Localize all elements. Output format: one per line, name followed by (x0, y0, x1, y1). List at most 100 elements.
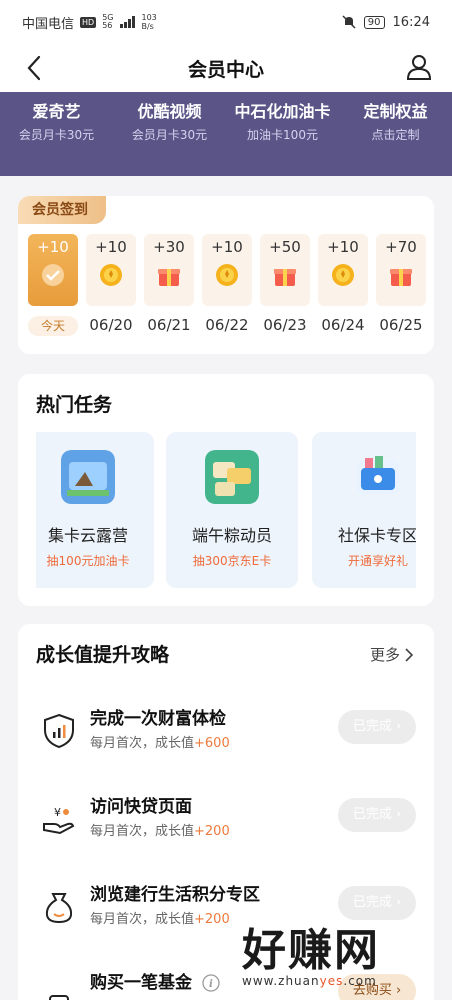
dragon-boat-icon (205, 450, 259, 504)
button-label: 已完成 (352, 895, 392, 910)
benefit-sub: 会员月卡30元 (131, 128, 208, 142)
coin-icon (100, 264, 122, 286)
watermark-url-b: yes (319, 974, 344, 988)
signin-tag: 会员签到 (18, 196, 106, 224)
benefit-name: 优酷视频 (137, 102, 202, 121)
task-name: 社保卡专区 (337, 526, 416, 545)
growth-item: 完成一次财富体检 每月首次，成长值+600 已完成 › (18, 694, 434, 774)
completed-button[interactable]: 已完成 › (338, 710, 416, 744)
battery-indicator: 90 (363, 15, 385, 29)
date-label: 06/20 (89, 316, 133, 334)
growth-points: +200 (194, 912, 230, 927)
user-icon (406, 55, 432, 80)
profile-button[interactable] (402, 50, 436, 84)
task-desc-text: 每月首次，成长值 (90, 912, 195, 927)
clock: 16:24 (392, 14, 430, 30)
hot-tasks-card: 热门任务 集卡云露营 抽100元加油卡 端午粽动员 抽300京东E卡 社保卡专区 (18, 374, 434, 606)
task-name: 集卡云露营 (47, 526, 128, 545)
gift-icon (158, 269, 180, 286)
signin-day[interactable]: +30 (144, 234, 194, 306)
day-points: +30 (153, 238, 185, 256)
svg-text:¥: ¥ (54, 806, 61, 819)
date-label-today: 今天 (28, 316, 78, 336)
date-label: 06/22 (205, 316, 249, 334)
task-desc: 每月首次，成长值+200 (90, 908, 230, 927)
svg-text:i: i (209, 979, 213, 990)
more-label: 更多 (369, 646, 400, 664)
task-desc: 每月首次，成长值+600 (90, 732, 230, 751)
growth-points: +600 (194, 736, 230, 751)
task-carousel[interactable]: 集卡云露营 抽100元加油卡 端午粽动员 抽300京东E卡 社保卡专区 开通享好… (36, 432, 416, 588)
loan-hand-icon: ¥ (43, 806, 75, 835)
coin-icon (216, 264, 238, 286)
benefit-name: 中石化加油卡 (234, 102, 331, 121)
date-label: 06/23 (263, 316, 307, 334)
benefits-banner: 爱奇艺 会员月卡30元 优酷视频 会员月卡30元 中石化加油卡 加油卡100元 … (0, 92, 452, 176)
signin-day[interactable]: +10 (202, 234, 252, 306)
task-title: 浏览建行生活积分专区 (90, 885, 260, 905)
task-card-camping[interactable]: 集卡云露营 抽100元加油卡 (36, 432, 154, 588)
day-points: +10 (211, 238, 243, 256)
section-title: 热门任务 (36, 394, 113, 416)
watermark-url-c: .com (343, 974, 377, 988)
money-bag-icon (45, 893, 73, 924)
growth-item: ¥ 访问快贷页面 每月首次，成长值+200 已完成 › (18, 782, 434, 862)
speed-value: 103 (141, 13, 157, 22)
day-points: +70 (385, 238, 417, 256)
speed-unit: B/s (141, 22, 154, 31)
completed-button[interactable]: 已完成 › (338, 798, 416, 832)
day-points: +10 (327, 238, 359, 256)
task-title-text: 购买一笔基金 (90, 973, 192, 993)
status-bar: 中国电信 HD 5G 56 103 B/s 90 16:24 (0, 0, 452, 44)
task-title: 购买一笔基金 i (90, 968, 220, 993)
info-icon[interactable]: i (202, 974, 220, 992)
signin-day-today[interactable]: +10 (28, 234, 78, 306)
date-label: 06/21 (147, 316, 191, 334)
benefit-name: 定制权益 (363, 102, 428, 121)
page-title: 会员中心 (187, 58, 264, 81)
signin-day[interactable]: +10 (318, 234, 368, 306)
benefit-custom[interactable]: 定制权益 点击定制 (339, 98, 452, 143)
chevron-right-icon (405, 647, 414, 662)
check-icon (42, 264, 64, 286)
task-name: 端午粽动员 (191, 526, 272, 545)
signin-day[interactable]: +50 (260, 234, 310, 306)
task-desc-text: 每月首次，成长值 (90, 736, 195, 751)
camping-card-icon (61, 450, 115, 504)
task-card-social-security[interactable]: 社保卡专区 开通享好礼 (312, 432, 416, 588)
back-button[interactable] (18, 52, 50, 84)
watermark-logo: 好赚网 www.zhuanyes.com (242, 914, 432, 992)
benefit-sub: 会员月卡30元 (18, 128, 95, 142)
network-indicator: 5G 56 (102, 14, 113, 30)
benefit-youku[interactable]: 优酷视频 会员月卡30元 (113, 98, 226, 143)
watermark-url: www.zhuanyes.com (242, 974, 432, 988)
mute-bell-icon (342, 15, 356, 29)
fund-icon (49, 995, 69, 1000)
growth-points: +200 (194, 824, 230, 839)
shield-icon (44, 713, 74, 749)
network-signal-label: 56 (102, 21, 113, 30)
date-label: 06/24 (321, 316, 365, 334)
section-title: 成长值提升攻略 (36, 644, 170, 666)
date-label: 06/25 (379, 316, 423, 334)
nav-header: 会员中心 (0, 44, 452, 92)
benefit-iqiyi[interactable]: 爱奇艺 会员月卡30元 (0, 98, 113, 143)
benefit-name: 爱奇艺 (32, 102, 81, 121)
benefit-sub: 点击定制 (371, 128, 420, 142)
more-link[interactable]: 更多 (370, 644, 414, 665)
signin-day[interactable]: +10 (86, 234, 136, 306)
task-desc: 每月首次，成长值+200 (90, 820, 230, 839)
task-title: 完成一次财富体检 (90, 709, 226, 729)
network-speed: 103 B/s (142, 13, 157, 31)
button-label: 已完成 (352, 807, 392, 822)
day-points: +50 (269, 238, 301, 256)
task-card-dragon-boat[interactable]: 端午粽动员 抽300京东E卡 (166, 432, 298, 588)
benefit-sinopec[interactable]: 中石化加油卡 加油卡100元 (226, 98, 339, 143)
signin-card: 会员签到 +10 +10 +30 +10 +50 +10 +70 今天 06/2… (18, 196, 434, 354)
coin-icon (332, 264, 354, 286)
signin-day[interactable]: +70 (376, 234, 426, 306)
watermark-title: 好赚网 (242, 925, 380, 976)
day-points: +10 (95, 238, 127, 256)
watermark-url-a: www.zhuan (242, 974, 320, 988)
hd-badge: HD (80, 16, 97, 28)
